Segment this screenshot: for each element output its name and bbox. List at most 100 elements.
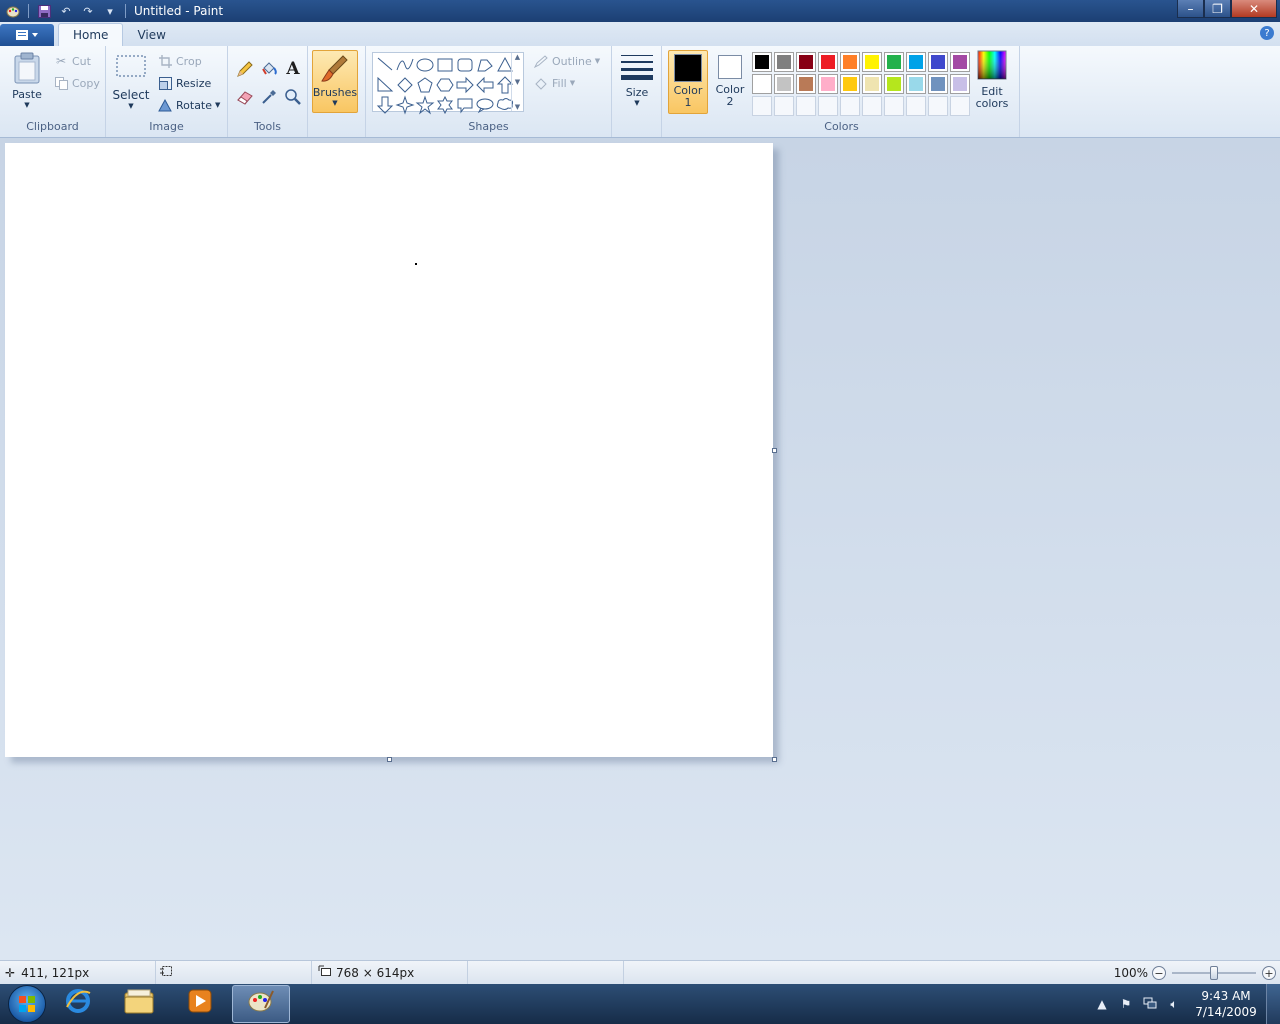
palette-color-swatch[interactable] [862, 52, 882, 72]
palette-color-swatch[interactable] [950, 52, 970, 72]
rounded-callout-shape-icon[interactable] [455, 95, 475, 115]
color1-button[interactable]: Color 1 [668, 50, 708, 114]
taskbar-media-player[interactable] [171, 985, 229, 1023]
palette-custom-slot[interactable] [796, 96, 816, 116]
action-center-flag-icon[interactable]: ⚑ [1114, 997, 1138, 1011]
palette-color-swatch[interactable] [906, 52, 926, 72]
paint-menu-button[interactable] [0, 24, 54, 46]
start-button[interactable] [8, 985, 46, 1023]
cut-button[interactable]: ✂ Cut [52, 52, 91, 70]
palette-color-swatch[interactable] [884, 52, 904, 72]
size-button[interactable]: Size ▼ [618, 52, 656, 107]
brushes-button[interactable]: Brushes ▼ [312, 50, 358, 113]
tab-view[interactable]: View [123, 23, 179, 46]
redo-icon[interactable]: ↷ [80, 3, 96, 19]
taskbar-internet-explorer[interactable] [49, 985, 107, 1023]
zoom-in-button[interactable]: + [1262, 966, 1276, 980]
palette-color-swatch[interactable] [752, 74, 772, 94]
palette-custom-slot[interactable] [862, 96, 882, 116]
undo-icon[interactable]: ↶ [58, 3, 74, 19]
shapes-scroll[interactable]: ▲ ▼ ▼ [511, 53, 523, 111]
pencil-icon[interactable] [234, 58, 256, 80]
hexagon-shape-icon[interactable] [435, 75, 455, 95]
palette-custom-slot[interactable] [950, 96, 970, 116]
minimize-button[interactable]: – [1177, 0, 1204, 18]
palette-custom-slot[interactable] [884, 96, 904, 116]
taskbar-file-explorer[interactable] [110, 985, 168, 1023]
fill-bucket-icon[interactable] [258, 58, 280, 80]
crop-button[interactable]: Crop [156, 52, 202, 70]
fill-button[interactable]: Fill ▼ [532, 74, 575, 92]
taskbar-paint[interactable] [232, 985, 290, 1023]
palette-custom-slot[interactable] [774, 96, 794, 116]
palette-color-swatch[interactable] [796, 74, 816, 94]
network-icon[interactable] [1138, 997, 1162, 1012]
drawing-canvas[interactable] [5, 143, 773, 757]
zoom-slider-thumb[interactable] [1210, 966, 1218, 980]
palette-custom-slot[interactable] [840, 96, 860, 116]
right-arrow-shape-icon[interactable] [455, 75, 475, 95]
palette-color-swatch[interactable] [928, 52, 948, 72]
six-point-star-shape-icon[interactable] [435, 95, 455, 115]
palette-color-swatch[interactable] [884, 74, 904, 94]
left-arrow-shape-icon[interactable] [475, 75, 495, 95]
oval-shape-icon[interactable] [415, 55, 435, 75]
copy-button[interactable]: Copy [52, 74, 100, 92]
palette-color-swatch[interactable] [752, 52, 772, 72]
palette-color-swatch[interactable] [906, 74, 926, 94]
palette-color-swatch[interactable] [818, 74, 838, 94]
restore-button[interactable]: ❐ [1204, 0, 1231, 18]
magnifier-icon[interactable] [282, 86, 304, 108]
palette-custom-slot[interactable] [928, 96, 948, 116]
diamond-shape-icon[interactable] [395, 75, 415, 95]
palette-custom-slot[interactable] [752, 96, 772, 116]
resize-handle-corner[interactable] [772, 757, 777, 762]
rectangle-shape-icon[interactable] [435, 55, 455, 75]
help-icon[interactable]: ? [1260, 26, 1274, 40]
palette-color-swatch[interactable] [774, 74, 794, 94]
resize-handle-right[interactable] [772, 448, 777, 453]
palette-color-swatch[interactable] [840, 52, 860, 72]
edit-colors-button[interactable]: Edit colors [972, 50, 1012, 110]
palette-color-swatch[interactable] [818, 52, 838, 72]
resize-button[interactable]: Resize [156, 74, 211, 92]
line-shape-icon[interactable] [375, 55, 395, 75]
color2-button[interactable]: Color 2 [710, 50, 750, 114]
customize-qat-icon[interactable]: ▾ [102, 3, 118, 19]
palette-color-swatch[interactable] [862, 74, 882, 94]
palette-color-swatch[interactable] [774, 52, 794, 72]
color-picker-icon[interactable] [258, 86, 280, 108]
palette-color-swatch[interactable] [840, 74, 860, 94]
polygon-shape-icon[interactable] [475, 55, 495, 75]
text-tool-icon[interactable]: A [282, 58, 304, 80]
palette-color-swatch[interactable] [928, 74, 948, 94]
palette-custom-slot[interactable] [818, 96, 838, 116]
clock[interactable]: 9:43 AM 7/14/2009 [1186, 988, 1266, 1020]
palette-custom-slot[interactable] [906, 96, 926, 116]
rotate-button[interactable]: Rotate ▼ [156, 96, 220, 114]
outline-button[interactable]: Outline ▼ [532, 52, 600, 70]
tab-home[interactable]: Home [58, 23, 124, 46]
four-point-star-shape-icon[interactable] [395, 95, 415, 115]
down-arrow-shape-icon[interactable] [375, 95, 395, 115]
curve-shape-icon[interactable] [395, 55, 415, 75]
paint-app-icon[interactable] [5, 3, 21, 19]
resize-handle-bottom[interactable] [387, 757, 392, 762]
select-button[interactable]: Select ▼ [112, 52, 150, 110]
scroll-down-icon[interactable]: ▼ [515, 78, 520, 86]
show-desktop-button[interactable] [1266, 984, 1280, 1024]
volume-icon[interactable]: 🔈︎ [1162, 997, 1186, 1012]
paste-button[interactable]: Paste ▼ [8, 52, 46, 109]
expand-gallery-icon[interactable]: ▼ [515, 103, 520, 111]
palette-color-swatch[interactable] [950, 74, 970, 94]
five-point-star-shape-icon[interactable] [415, 95, 435, 115]
zoom-slider[interactable] [1172, 966, 1256, 980]
pentagon-shape-icon[interactable] [415, 75, 435, 95]
rounded-rectangle-shape-icon[interactable] [455, 55, 475, 75]
eraser-icon[interactable] [234, 86, 256, 108]
show-hidden-icons-icon[interactable]: ▲ [1090, 997, 1114, 1011]
oval-callout-shape-icon[interactable] [475, 95, 495, 115]
scroll-up-icon[interactable]: ▲ [515, 53, 520, 61]
zoom-out-button[interactable]: − [1152, 966, 1166, 980]
right-triangle-shape-icon[interactable] [375, 75, 395, 95]
